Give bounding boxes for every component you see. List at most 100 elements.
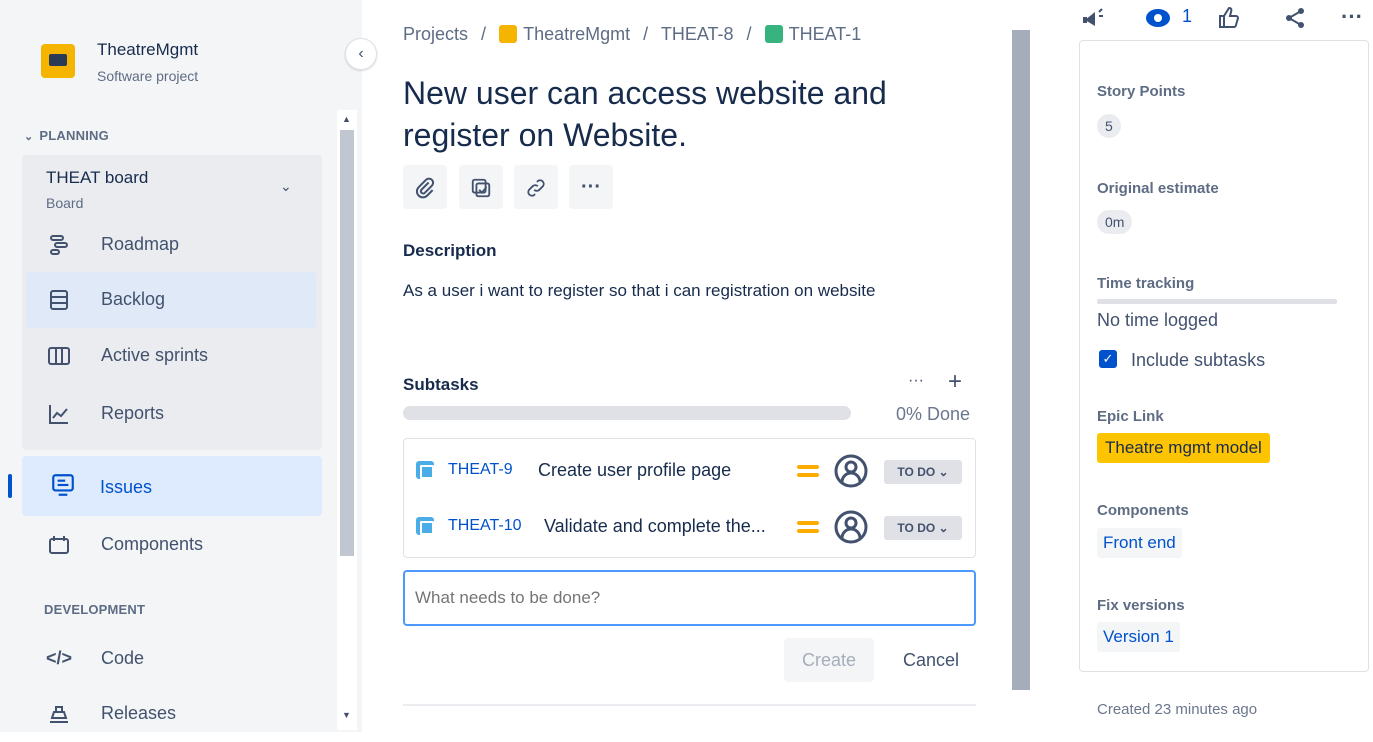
sidebar-item-label: Reports (101, 403, 165, 423)
sprints-icon (48, 347, 70, 365)
issues-icon (52, 474, 74, 496)
share-icon[interactable] (1283, 6, 1307, 30)
original-estimate-label: Original estimate (1097, 180, 1219, 197)
status-dropdown[interactable]: TO DO ⌄ (884, 516, 962, 540)
breadcrumb-parent[interactable]: THEAT-8 (661, 24, 734, 44)
medium-priority-icon (797, 463, 819, 479)
breadcrumb-project[interactable]: TheatreMgmt (523, 24, 630, 44)
fix-version-value[interactable]: Version 1 (1097, 622, 1180, 652)
include-subtasks-label[interactable]: Include subtasks (1131, 350, 1265, 371)
roadmap-icon (50, 235, 68, 255)
sidebar: TheatreMgmt Software project ⌄ PLANNING T… (0, 0, 362, 732)
sidebar-item-label: Releases (101, 703, 177, 723)
board-chevron-icon[interactable]: ⌄ (280, 178, 292, 195)
development-section: DEVELOPMENT (44, 602, 146, 617)
breadcrumb: Projects / TheatreMgmt / THEAT-8 / THEAT… (403, 24, 861, 45)
board-subtitle: Board (46, 195, 84, 211)
project-name[interactable]: TheatreMgmt (97, 40, 198, 60)
breadcrumb-projects[interactable]: Projects (403, 24, 468, 44)
subtask-key[interactable]: THEAT-10 (448, 517, 522, 535)
collapse-sidebar-button[interactable]: ‹ (345, 38, 377, 70)
fix-versions-label: Fix versions (1097, 597, 1185, 614)
link-issue-button[interactable] (514, 165, 558, 209)
cancel-button[interactable]: Cancel (888, 638, 974, 682)
time-logged-text: No time logged (1097, 310, 1219, 330)
story-icon (764, 25, 783, 43)
breadcrumb-separator: / (643, 24, 649, 44)
new-subtask-input[interactable] (403, 570, 976, 626)
backlog-icon (50, 290, 68, 310)
project-type: Software project (97, 68, 199, 84)
breadcrumb-separator: / (481, 24, 487, 44)
unassigned-avatar-icon[interactable] (834, 510, 868, 544)
sidebar-item-releases[interactable]: Releases (26, 686, 316, 742)
subtask-row[interactable]: THEAT-9 Create user profile page TO DO ⌄ (404, 443, 975, 499)
sidebar-scroll-thumb[interactable] (340, 130, 354, 556)
project-icon (499, 25, 518, 43)
scroll-up-icon[interactable]: ▲ (342, 114, 351, 124)
more-actions-button[interactable]: ··· (569, 165, 613, 209)
description-text[interactable]: As a user i want to register so that i c… (403, 281, 875, 301)
epic-link-value[interactable]: Theatre mgmt model (1097, 433, 1270, 463)
subtask-type-icon (416, 461, 434, 479)
create-button[interactable]: Create (784, 638, 874, 682)
breadcrumb-separator: / (746, 24, 752, 44)
planning-section[interactable]: ⌄ PLANNING (24, 128, 109, 143)
epic-link-label: Epic Link (1097, 408, 1164, 425)
sidebar-item-label: Active sprints (101, 345, 209, 365)
story-points-value[interactable]: 5 (1097, 114, 1121, 138)
sidebar-item-backlog[interactable]: Backlog (26, 272, 316, 328)
active-indicator (8, 474, 12, 498)
watch-count: 1 (1182, 6, 1193, 26)
time-tracking-bar[interactable] (1097, 299, 1337, 304)
attach-button[interactable] (403, 165, 447, 209)
sidebar-item-label: Components (101, 534, 204, 554)
original-estimate-value[interactable]: 0m (1097, 210, 1133, 234)
main-scrollbar[interactable] (1012, 30, 1030, 690)
subtask-list: THEAT-9 Create user profile page TO DO ⌄… (403, 438, 976, 558)
releases-icon (50, 706, 68, 723)
subtask-icon (471, 178, 491, 197)
create-subtask-button[interactable] (459, 165, 503, 209)
subtasks-label: Subtasks (403, 375, 479, 394)
board-title[interactable]: THEAT board (46, 168, 148, 188)
feedback-icon[interactable] (1081, 6, 1105, 30)
sidebar-item-reports[interactable]: Reports (26, 386, 316, 442)
sidebar-item-label: Issues (100, 477, 153, 497)
subtask-type-icon (416, 517, 434, 535)
progress-percent: 0% Done (896, 404, 971, 424)
unassigned-avatar-icon[interactable] (834, 454, 868, 488)
project-logo[interactable] (41, 44, 75, 78)
more-options-button[interactable]: ··· (1341, 4, 1363, 30)
time-tracking-label: Time tracking (1097, 275, 1195, 292)
subtask-progress-bar (403, 406, 851, 420)
code-icon: </> (46, 648, 73, 668)
link-icon (527, 179, 545, 197)
subtask-summary[interactable]: Validate and complete the... (544, 516, 789, 537)
subtask-summary[interactable]: Create user profile page (538, 460, 788, 481)
status-dropdown[interactable]: TO DO ⌄ (884, 460, 962, 484)
divider (403, 704, 976, 706)
paperclip-icon (415, 177, 435, 199)
components-icon (49, 536, 69, 554)
scroll-down-icon[interactable]: ▼ (342, 710, 351, 720)
watch-eye-icon[interactable] (1145, 6, 1171, 30)
thumbs-up-icon[interactable] (1217, 6, 1241, 30)
components-label: Components (1097, 502, 1189, 519)
issue-title[interactable]: New user can access website and register… (403, 72, 963, 156)
sidebar-item-components[interactable]: Components (26, 517, 316, 573)
add-subtask-button[interactable]: + (948, 368, 962, 396)
planning-label: PLANNING (39, 128, 109, 143)
subtasks-more-button[interactable]: ··· (908, 372, 924, 390)
include-subtasks-checkbox[interactable]: ✓ (1099, 350, 1117, 368)
breadcrumb-issue[interactable]: THEAT-1 (789, 24, 862, 44)
sidebar-item-roadmap[interactable]: Roadmap (26, 217, 316, 273)
component-value[interactable]: Front end (1097, 528, 1182, 558)
chevron-down-icon: ⌄ (24, 131, 34, 143)
subtask-key[interactable]: THEAT-9 (448, 461, 513, 479)
subtask-row[interactable]: THEAT-10 Validate and complete the... TO… (404, 499, 975, 555)
sidebar-item-code[interactable]: </> Code (26, 631, 316, 687)
medium-priority-icon (797, 519, 819, 535)
sidebar-item-active-sprints[interactable]: Active sprints (26, 328, 316, 384)
story-points-label: Story Points (1097, 83, 1186, 100)
